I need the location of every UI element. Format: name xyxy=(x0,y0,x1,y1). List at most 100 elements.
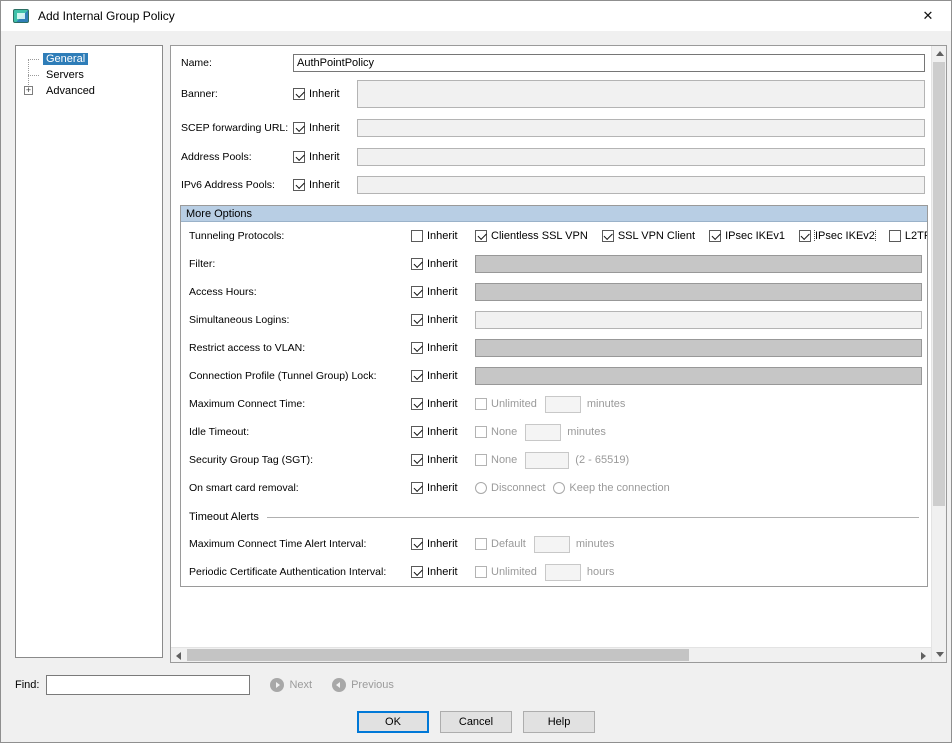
none-checkbox[interactable]: None xyxy=(475,454,517,466)
tree-item-servers[interactable]: Servers xyxy=(16,67,162,83)
tunnel-group-lock-label: Connection Profile (Tunnel Group) Lock: xyxy=(189,370,411,382)
scroll-left-icon[interactable] xyxy=(171,648,186,663)
option-label: Unlimited xyxy=(491,398,537,410)
address-pools-field[interactable] xyxy=(357,148,925,166)
vertical-scrollbar[interactable] xyxy=(931,46,946,662)
find-next-button[interactable]: Next xyxy=(270,678,312,692)
ok-button[interactable]: OK xyxy=(357,711,429,733)
checkbox-icon xyxy=(411,454,423,466)
expand-icon[interactable]: + xyxy=(24,86,33,95)
tree-item-advanced[interactable]: + Advanced xyxy=(16,83,162,99)
checkbox-icon xyxy=(475,230,487,242)
max-alert-interval-label: Maximum Connect Time Alert Interval: xyxy=(189,538,411,550)
horizontal-scrollbar[interactable] xyxy=(171,647,931,662)
max-connect-time-label: Maximum Connect Time: xyxy=(189,398,411,410)
access-hours-dropdown[interactable] xyxy=(475,283,922,301)
simultaneous-logins-field[interactable] xyxy=(475,311,922,329)
unlimited-checkbox[interactable]: Unlimited xyxy=(475,566,537,578)
restrict-vlan-dropdown[interactable] xyxy=(475,339,922,357)
banner-inherit-checkbox[interactable]: Inherit xyxy=(293,88,357,100)
default-checkbox[interactable]: Default xyxy=(475,538,526,550)
max-alert-interval-input[interactable] xyxy=(534,536,570,553)
disconnect-radio[interactable]: Disconnect xyxy=(475,482,545,494)
periodic-cert-input[interactable] xyxy=(545,564,581,581)
vertical-scroll-thumb[interactable] xyxy=(933,62,945,506)
checkbox-icon xyxy=(411,370,423,382)
option-label: Keep the connection xyxy=(569,482,669,494)
none-checkbox[interactable]: None xyxy=(475,426,517,438)
ipsec-ikev1-checkbox[interactable]: IPsec IKEv1 xyxy=(709,230,785,242)
l2tp-ipsec-checkbox[interactable]: L2TP/IPsec xyxy=(889,230,927,242)
tunnel-group-lock-dropdown[interactable] xyxy=(475,367,922,385)
tunnel-group-lock-inherit-checkbox[interactable]: Inherit xyxy=(411,370,475,382)
find-input[interactable] xyxy=(46,675,250,695)
restrict-vlan-inherit-checkbox[interactable]: Inherit xyxy=(411,342,475,354)
cancel-button[interactable]: Cancel xyxy=(440,711,512,733)
scep-row: SCEP forwarding URL: Inherit xyxy=(181,113,931,143)
tunneling-protocols-row: Tunneling Protocols: Inherit Clientless … xyxy=(181,222,927,250)
simultaneous-logins-inherit-checkbox[interactable]: Inherit xyxy=(411,314,475,326)
checkbox-icon xyxy=(411,482,423,494)
scep-field[interactable] xyxy=(357,119,925,137)
address-pools-inherit-checkbox[interactable]: Inherit xyxy=(293,151,357,163)
sgt-row: Security Group Tag (SGT): Inherit None (… xyxy=(181,446,927,474)
filter-dropdown[interactable] xyxy=(475,255,922,273)
scroll-right-icon[interactable] xyxy=(916,648,931,663)
sgt-inherit-checkbox[interactable]: Inherit xyxy=(411,454,475,466)
sgt-input[interactable] xyxy=(525,452,569,469)
access-hours-inherit-checkbox[interactable]: Inherit xyxy=(411,286,475,298)
inherit-label: Inherit xyxy=(427,566,458,578)
checkbox-icon xyxy=(411,538,423,550)
checkbox-icon xyxy=(411,342,423,354)
keep-connection-radio[interactable]: Keep the connection xyxy=(553,482,669,494)
ssl-vpn-client-checkbox[interactable]: SSL VPN Client xyxy=(602,230,695,242)
periodic-cert-inherit-checkbox[interactable]: Inherit xyxy=(411,566,475,578)
close-icon[interactable]: ✕ xyxy=(917,8,939,24)
restrict-vlan-label: Restrict access to VLAN: xyxy=(189,342,411,354)
inherit-label: Inherit xyxy=(427,342,458,354)
find-previous-button[interactable]: Previous xyxy=(332,678,394,692)
checkbox-icon xyxy=(411,566,423,578)
previous-label: Previous xyxy=(351,679,394,691)
inherit-label: Inherit xyxy=(427,538,458,550)
smart-card-inherit-checkbox[interactable]: Inherit xyxy=(411,482,475,494)
tunneling-inherit-checkbox[interactable]: Inherit xyxy=(411,230,475,242)
max-alert-interval-inherit-checkbox[interactable]: Inherit xyxy=(411,538,475,550)
tree-item-general[interactable]: General xyxy=(16,51,162,67)
ipsec-ikev2-checkbox[interactable]: IPsec IKEv2 xyxy=(799,230,875,242)
ipv6-pools-field[interactable] xyxy=(357,176,925,194)
scroll-down-icon[interactable] xyxy=(932,647,947,662)
inherit-label: Inherit xyxy=(309,151,340,163)
max-connect-time-input[interactable] xyxy=(545,396,581,413)
max-connect-time-inherit-checkbox[interactable]: Inherit xyxy=(411,398,475,410)
inherit-label: Inherit xyxy=(427,482,458,494)
name-row: Name: xyxy=(181,51,931,75)
more-options-group: More Options Tunneling Protocols: Inheri… xyxy=(180,205,928,587)
option-label: Disconnect xyxy=(491,482,545,494)
ipv6-pools-inherit-checkbox[interactable]: Inherit xyxy=(293,179,357,191)
horizontal-scroll-thumb[interactable] xyxy=(187,649,689,661)
filter-inherit-checkbox[interactable]: Inherit xyxy=(411,258,475,270)
option-label: Default xyxy=(491,538,526,550)
protocol-list: Clientless SSL VPN SSL VPN Client IPsec … xyxy=(475,230,927,242)
inherit-label: Inherit xyxy=(427,454,458,466)
unit-label: hours xyxy=(587,566,615,578)
clientless-ssl-vpn-checkbox[interactable]: Clientless SSL VPN xyxy=(475,230,588,242)
scep-inherit-checkbox[interactable]: Inherit xyxy=(293,122,357,134)
footer-buttons: OK Cancel Help xyxy=(1,711,951,733)
checkbox-icon xyxy=(293,88,305,100)
unlimited-checkbox[interactable]: Unlimited xyxy=(475,398,537,410)
help-button[interactable]: Help xyxy=(523,711,595,733)
protocol-label: SSL VPN Client xyxy=(618,230,695,242)
name-input[interactable] xyxy=(293,54,925,72)
app-icon xyxy=(13,9,29,23)
timeout-alerts-separator: Timeout Alerts xyxy=(181,504,927,530)
option-label: Unlimited xyxy=(491,566,537,578)
banner-field[interactable] xyxy=(357,80,925,108)
tree-connector xyxy=(28,59,39,60)
option-label: None xyxy=(491,454,517,466)
smart-card-row: On smart card removal: Inherit Disconnec… xyxy=(181,474,927,502)
idle-timeout-input[interactable] xyxy=(525,424,561,441)
scroll-up-icon[interactable] xyxy=(932,46,947,61)
idle-timeout-inherit-checkbox[interactable]: Inherit xyxy=(411,426,475,438)
